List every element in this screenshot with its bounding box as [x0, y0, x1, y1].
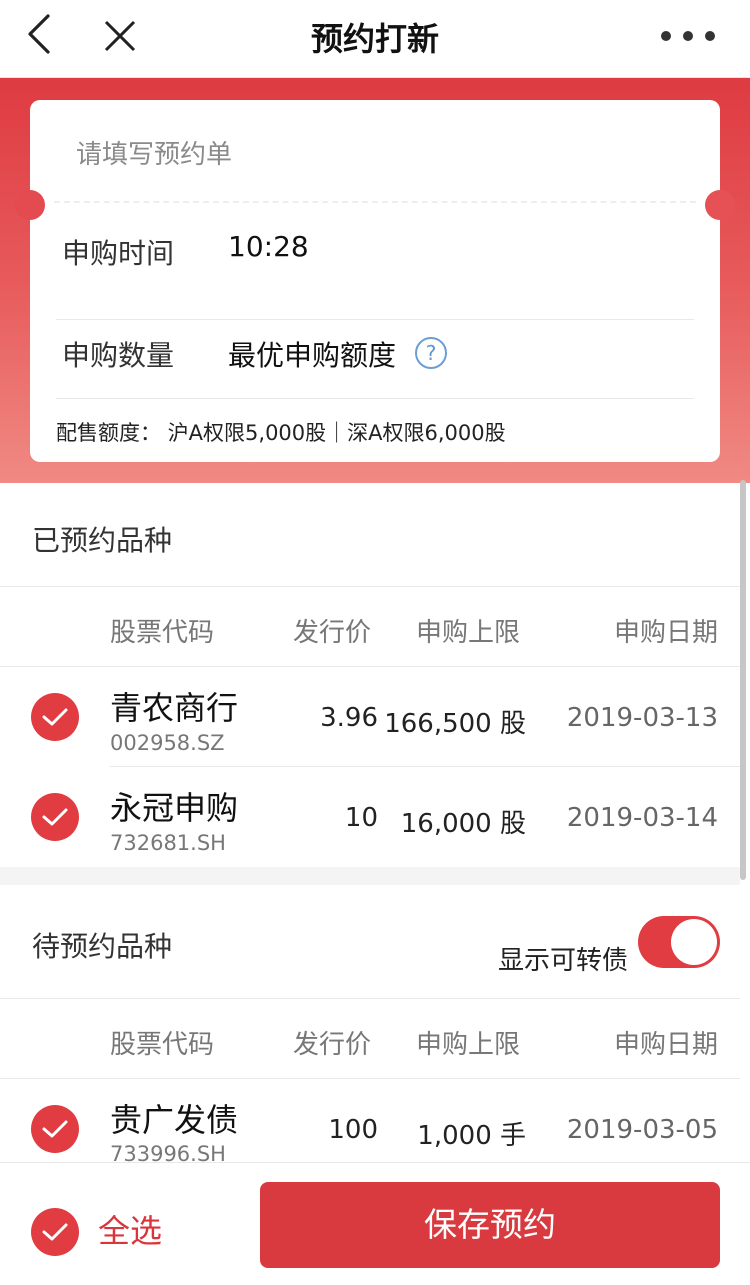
column-header-limit: 申购上限	[416, 1030, 521, 1060]
divider	[56, 319, 694, 320]
scrollbar[interactable]	[740, 480, 746, 880]
issue-price: 100	[328, 1115, 378, 1145]
divider	[0, 998, 740, 999]
checkbox-checked-icon[interactable]	[31, 693, 79, 741]
reserved-section-header: 已预约品种	[0, 483, 750, 587]
column-header-price: 发行价	[293, 1030, 372, 1060]
save-reservation-button[interactable]: 保存预约	[260, 1182, 720, 1268]
allotment-quota-text: 配售额度： 沪A权限5,000股｜深A权限6,000股	[56, 421, 506, 445]
subscribe-limit: 16,000 股	[400, 809, 526, 839]
column-header-date: 申购日期	[613, 1030, 718, 1060]
subscribe-date: 2019-03-14	[566, 803, 718, 833]
checkbox-checked-icon[interactable]	[31, 1105, 79, 1153]
reservation-form-card: 请填写预约单 申购时间 10:28 申购数量 最优申购额度 ? 配售额度： 沪A…	[15, 100, 735, 462]
stock-code: 732681.SH	[110, 831, 226, 855]
card-notch	[705, 190, 735, 220]
issue-price: 10	[344, 803, 378, 833]
dashed-divider	[54, 201, 696, 203]
more-dots-icon[interactable]	[660, 28, 716, 42]
show-convertible-bond-label: 显示可转债	[497, 946, 628, 976]
column-header-limit: 申购上限	[416, 618, 521, 648]
subscribe-quantity-value[interactable]: 最优申购额度	[228, 334, 396, 374]
checkbox-checked-icon[interactable]	[31, 793, 79, 841]
stock-name: 贵广发债	[110, 1101, 239, 1139]
subscribe-time-label: 申购时间	[62, 237, 175, 270]
divider	[0, 1078, 740, 1079]
help-icon[interactable]: ?	[415, 337, 447, 369]
section-gap	[0, 867, 740, 885]
hero-banner: 请填写预约单 申购时间 10:28 申购数量 最优申购额度 ? 配售额度： 沪A…	[0, 78, 750, 483]
card-notch	[15, 190, 45, 220]
stock-name: 青农商行	[110, 689, 239, 727]
form-title: 请填写预约单	[76, 140, 233, 170]
show-convertible-bond-toggle[interactable]	[638, 916, 720, 968]
issue-price: 3.96	[320, 703, 378, 733]
divider	[56, 398, 694, 399]
subscribe-quantity-label: 申购数量	[62, 339, 175, 372]
divider	[0, 586, 740, 587]
divider	[0, 666, 740, 667]
subscribe-date: 2019-03-05	[566, 1115, 718, 1145]
subscribe-limit: 1,000 手	[417, 1121, 526, 1151]
subscribe-time-value[interactable]: 10:28	[228, 230, 309, 263]
select-all-label[interactable]: 全选	[98, 1206, 162, 1252]
reserved-section-title: 已预约品种	[32, 524, 173, 557]
stock-code: 002958.SZ	[110, 731, 225, 755]
column-header-code: 股票代码	[110, 1030, 215, 1060]
toggle-knob	[671, 919, 717, 965]
column-header-date: 申购日期	[613, 618, 718, 648]
column-header-code: 股票代码	[110, 618, 215, 648]
page-title: 预约打新	[310, 20, 439, 58]
divider	[110, 766, 740, 767]
column-header-price: 发行价	[293, 618, 372, 648]
select-all-checkbox-icon[interactable]	[31, 1208, 79, 1256]
subscribe-limit: 166,500 股	[384, 709, 526, 739]
stock-name: 永冠申购	[110, 789, 239, 827]
pending-section-title: 待预约品种	[32, 930, 173, 963]
subscribe-date: 2019-03-13	[566, 703, 718, 733]
top-bar: 预约打新	[0, 0, 750, 78]
bottom-action-bar: 全选 保存预约	[0, 1162, 750, 1285]
